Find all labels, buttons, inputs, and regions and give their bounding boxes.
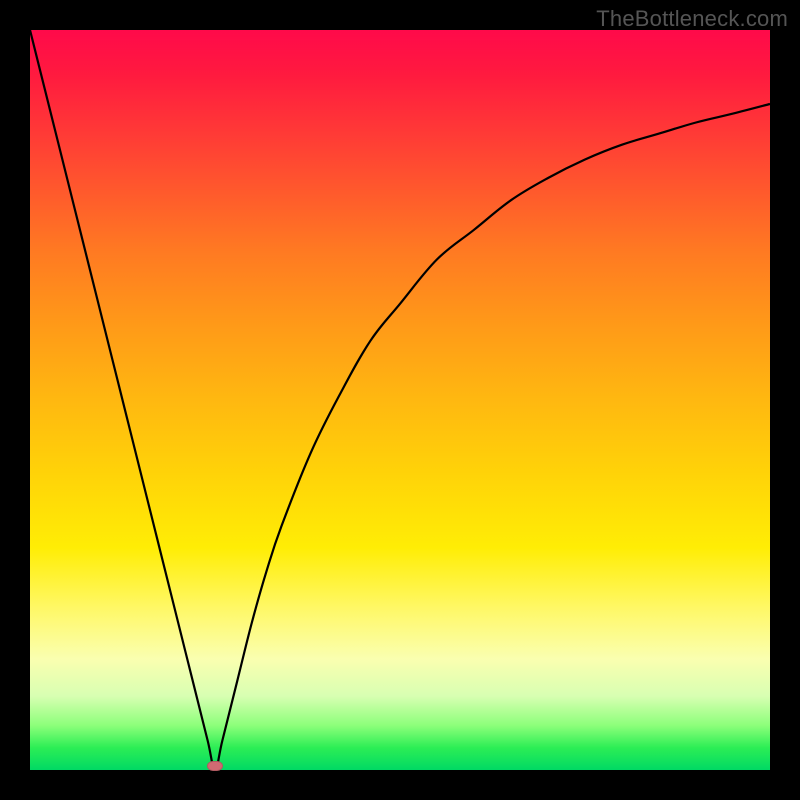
minimum-marker: [207, 761, 223, 771]
bottleneck-curve: [30, 30, 770, 770]
watermark-label: TheBottleneck.com: [596, 6, 788, 32]
chart-frame: TheBottleneck.com: [0, 0, 800, 800]
plot-area: [30, 30, 770, 770]
curve-path: [30, 30, 770, 770]
